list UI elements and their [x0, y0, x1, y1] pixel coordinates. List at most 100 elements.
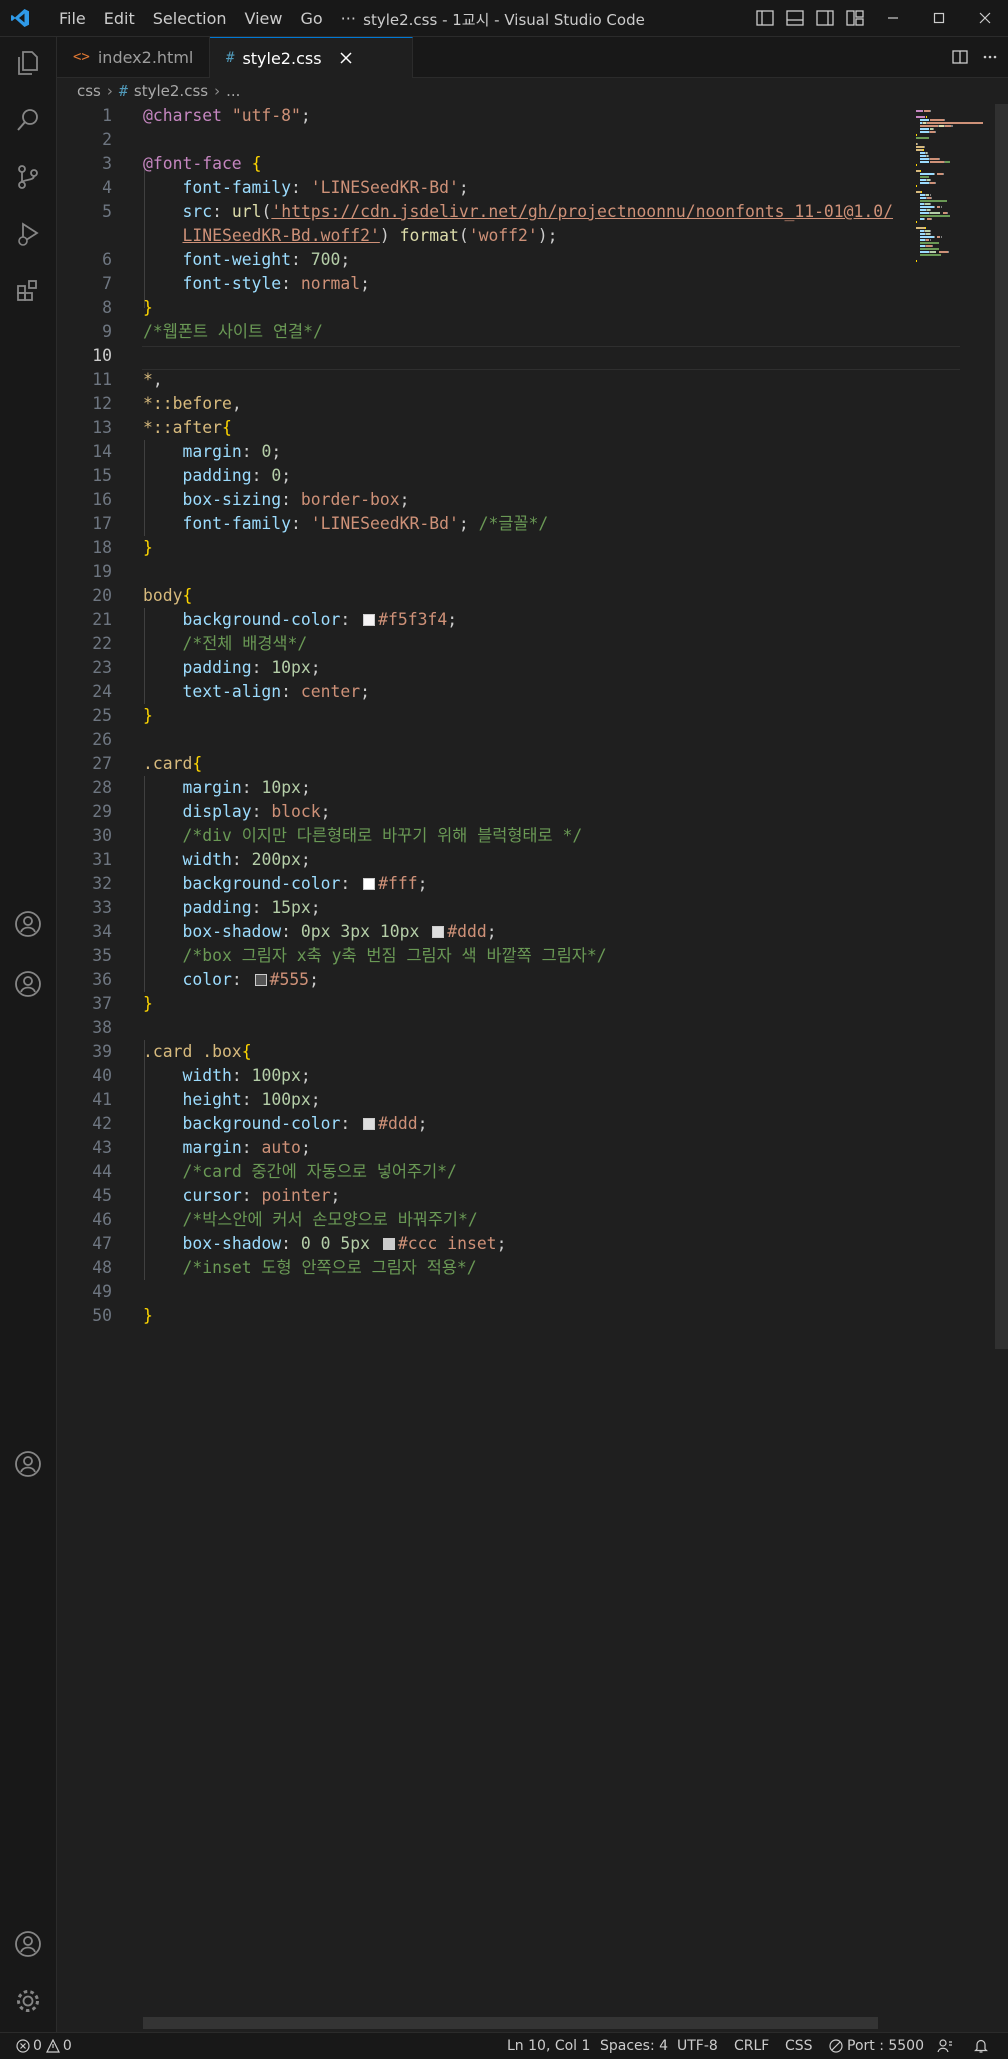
- menu-selection[interactable]: Selection: [144, 9, 236, 28]
- code-line[interactable]: 17 font-family: 'LINESeedKR-Bd'; /*글꼴*/: [57, 512, 907, 536]
- code-line[interactable]: 41 height: 100px;: [57, 1088, 907, 1112]
- code-line[interactable]: 9 /*웹폰트 사이트 연결*/: [57, 320, 907, 344]
- code-line[interactable]: 28 margin: 10px;: [57, 776, 907, 800]
- problems-indicator[interactable]: 0 0: [16, 2033, 72, 2059]
- account-icon[interactable]: [0, 958, 56, 1010]
- color-swatch-icon[interactable]: [363, 878, 376, 890]
- code-line[interactable]: 18}: [57, 536, 907, 560]
- account-icon[interactable]: [0, 898, 56, 950]
- color-swatch-icon[interactable]: [363, 1118, 376, 1130]
- code-line[interactable]: 36 color: #555;: [57, 968, 907, 992]
- line-ending[interactable]: CRLF: [734, 2033, 769, 2059]
- scrollbar-thumb[interactable]: [995, 104, 1008, 1349]
- search-icon[interactable]: [0, 94, 56, 146]
- minimize-icon[interactable]: [870, 0, 916, 36]
- code-line[interactable]: 46 /*박스안에 커서 손모양으로 바꿔주기*/: [57, 1208, 907, 1232]
- code-line[interactable]: 38: [57, 1016, 907, 1040]
- code-line[interactable]: 35 /*box 그림자 x축 y축 번짐 그림자 색 바깥쪽 그림자*/: [57, 944, 907, 968]
- customize-layout-icon[interactable]: [840, 0, 870, 36]
- breadcrumb-more[interactable]: ...: [226, 82, 240, 100]
- maximize-icon[interactable]: [916, 0, 962, 36]
- menu-edit[interactable]: Edit: [95, 9, 144, 28]
- extensions-icon[interactable]: [0, 265, 56, 317]
- color-swatch-icon[interactable]: [432, 926, 445, 938]
- live-server-port[interactable]: Port : 5500: [829, 2033, 924, 2059]
- code-line[interactable]: 39 .card .box{: [57, 1040, 907, 1064]
- code-line[interactable]: 22 /*전체 배경색*/: [57, 632, 907, 656]
- toggle-panel-icon[interactable]: [780, 0, 810, 36]
- code-line[interactable]: 34 box-shadow: 0px 3px 10px #ddd;: [57, 920, 907, 944]
- source-control-icon[interactable]: [0, 151, 56, 203]
- toggle-secondary-sidebar-icon[interactable]: [810, 0, 840, 36]
- menu-more[interactable]: ···: [332, 9, 365, 28]
- code-line[interactable]: 8}: [57, 296, 907, 320]
- code-line[interactable]: 3 @font-face {: [57, 152, 907, 176]
- breadcrumb-folder[interactable]: css: [77, 82, 101, 100]
- cursor-position[interactable]: Ln 10, Col 1: [507, 2033, 590, 2059]
- code-line[interactable]: LINESeedKR-Bd.woff2') format('woff2');: [57, 224, 907, 248]
- more-actions-icon[interactable]: [982, 49, 998, 65]
- code-line[interactable]: 49: [57, 1280, 907, 1304]
- code-line[interactable]: 1 @charset "utf-8";: [57, 104, 907, 128]
- code-line[interactable]: 11 *,: [57, 368, 907, 392]
- code-line[interactable]: 30 /*div 이지만 다른형태로 바꾸기 위해 블럭형태로 */: [57, 824, 907, 848]
- minimap[interactable]: [912, 104, 1002, 364]
- code-line[interactable]: 10: [57, 344, 907, 368]
- language-mode[interactable]: CSS: [785, 2033, 813, 2059]
- close-window-icon[interactable]: [962, 0, 1008, 36]
- toggle-primary-sidebar-icon[interactable]: [750, 0, 780, 36]
- explorer-icon[interactable]: [0, 37, 56, 89]
- code-line[interactable]: 6 font-weight: 700;: [57, 248, 907, 272]
- code-line[interactable]: 4 font-family: 'LINESeedKR-Bd';: [57, 176, 907, 200]
- account-icon[interactable]: [0, 1438, 56, 1490]
- split-editor-icon[interactable]: [952, 49, 968, 65]
- code-line[interactable]: 31 width: 200px;: [57, 848, 907, 872]
- account-icon[interactable]: [0, 1918, 56, 1970]
- run-and-debug-icon[interactable]: [0, 208, 56, 260]
- code-line[interactable]: 13 *::after{: [57, 416, 907, 440]
- color-swatch-icon[interactable]: [382, 1238, 395, 1250]
- code-line[interactable]: 29 display: block;: [57, 800, 907, 824]
- menu-view[interactable]: View: [236, 9, 292, 28]
- code-line[interactable]: 47 box-shadow: 0 0 5px #ccc inset;: [57, 1232, 907, 1256]
- code-line[interactable]: 24 text-align: center;: [57, 680, 907, 704]
- notifications-bell-icon[interactable]: [973, 2033, 989, 2059]
- color-swatch-icon[interactable]: [363, 614, 376, 626]
- code-line[interactable]: 20 body{: [57, 584, 907, 608]
- vertical-scrollbar[interactable]: [995, 104, 1008, 2032]
- code-line[interactable]: 32 background-color: #fff;: [57, 872, 907, 896]
- code-line[interactable]: 25}: [57, 704, 907, 728]
- code-line[interactable]: 15 padding: 0;: [57, 464, 907, 488]
- code-line[interactable]: 12 *::before,: [57, 392, 907, 416]
- menu-go[interactable]: Go: [291, 9, 331, 28]
- code-line[interactable]: 42 background-color: #ddd;: [57, 1112, 907, 1136]
- tab-style2-css[interactable]: # style2.css: [210, 37, 413, 78]
- code-line[interactable]: 48 /*inset 도형 안쪽으로 그림자 적용*/: [57, 1256, 907, 1280]
- code-line[interactable]: 21 background-color: #f5f3f4;: [57, 608, 907, 632]
- code-line[interactable]: 16 box-sizing: border-box;: [57, 488, 907, 512]
- tab-index2-html[interactable]: <> index2.html: [57, 37, 210, 77]
- code-line[interactable]: 14 margin: 0;: [57, 440, 907, 464]
- code-line[interactable]: 33 padding: 15px;: [57, 896, 907, 920]
- code-line[interactable]: 50}: [57, 1304, 907, 1328]
- feedback-icon[interactable]: [937, 2033, 953, 2059]
- breadcrumb-file[interactable]: style2.css: [134, 82, 208, 100]
- code-line[interactable]: 44 /*card 중간에 자동으로 넣어주기*/: [57, 1160, 907, 1184]
- code-line[interactable]: 5 src: url('https://cdn.jsdelivr.net/gh/…: [57, 200, 907, 224]
- color-swatch-icon[interactable]: [254, 974, 267, 986]
- code-line[interactable]: 27 .card{: [57, 752, 907, 776]
- settings-gear-icon[interactable]: [0, 1975, 56, 2027]
- indentation[interactable]: Spaces: 4: [600, 2033, 668, 2059]
- menu-file[interactable]: File: [50, 9, 95, 28]
- code-line[interactable]: 23 padding: 10px;: [57, 656, 907, 680]
- code-line[interactable]: 43 margin: auto;: [57, 1136, 907, 1160]
- horizontal-scrollbar[interactable]: [143, 2017, 878, 2029]
- code-line[interactable]: 37}: [57, 992, 907, 1016]
- code-line[interactable]: 45 cursor: pointer;: [57, 1184, 907, 1208]
- code-line[interactable]: 40 width: 100px;: [57, 1064, 907, 1088]
- code-editor[interactable]: 1 @charset "utf-8"; 2 3 @font-face {4 font-f…: [57, 104, 1008, 2032]
- code-line[interactable]: 2: [57, 128, 907, 152]
- code-line[interactable]: 7 font-style: normal;: [57, 272, 907, 296]
- code-line[interactable]: 19: [57, 560, 907, 584]
- encoding[interactable]: UTF-8: [677, 2033, 718, 2059]
